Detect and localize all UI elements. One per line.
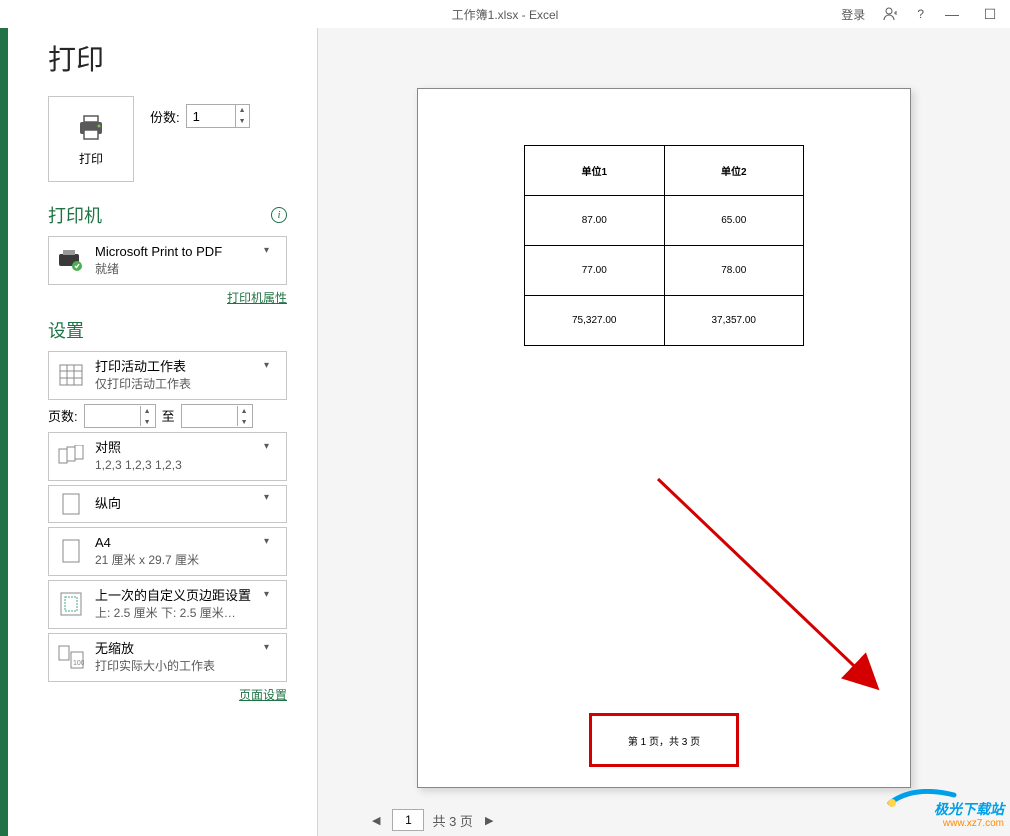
- print-button-label: 打印: [79, 150, 103, 167]
- page-setup-link[interactable]: 页面设置: [239, 688, 287, 702]
- settings-section-title: 设置: [48, 317, 84, 343]
- next-page-button[interactable]: ▶: [481, 814, 497, 827]
- svg-text:100: 100: [73, 660, 84, 667]
- copies-label: 份数:: [150, 107, 180, 126]
- print-preview-panel: 单位1 单位2 87.00 65.00 77.00 78.00 75,327.0…: [318, 28, 1010, 836]
- orientation-dropdown[interactable]: 纵向 ▾: [48, 485, 287, 523]
- sheet-icon: [57, 364, 85, 386]
- table-row: 77.00 78.00: [525, 246, 804, 296]
- scale-icon: 100: [57, 645, 85, 669]
- preview-table: 单位1 单位2 87.00 65.00 77.00 78.00 75,327.0…: [524, 145, 804, 346]
- print-settings-panel: 打印 打印 份数: ▲▼ 打印机 i: [8, 28, 318, 836]
- chevron-down-icon: ▾: [264, 642, 278, 653]
- table-row: 75,327.00 37,357.00: [525, 296, 804, 346]
- print-what-dropdown[interactable]: 打印活动工作表 仅打印活动工作表 ▾: [48, 351, 287, 400]
- collate-icon: [57, 445, 85, 467]
- table-header: 单位1: [525, 146, 665, 196]
- margins-dropdown[interactable]: 上一次的自定义页边距设置 上: 2.5 厘米 下: 2.5 厘米… ▾: [48, 580, 287, 629]
- page-to-input[interactable]: ▲▼: [181, 404, 253, 428]
- minimize-button[interactable]: —: [942, 6, 962, 22]
- maximize-button[interactable]: ☐: [980, 6, 1000, 23]
- back-stripe[interactable]: [0, 28, 8, 836]
- help-button[interactable]: ?: [917, 7, 924, 21]
- chevron-down-icon: ▾: [264, 536, 278, 547]
- printer-name: Microsoft Print to PDF: [95, 243, 254, 261]
- chevron-down-icon: ▾: [264, 441, 278, 452]
- table-header: 单位2: [664, 146, 804, 196]
- paper-size-dropdown[interactable]: A4 21 厘米 x 29.7 厘米 ▾: [48, 527, 287, 576]
- watermark-logo: 极光下载站 www.xz7.com: [884, 789, 1004, 830]
- printer-icon: [75, 112, 107, 144]
- info-icon[interactable]: i: [271, 207, 287, 223]
- collate-dropdown[interactable]: 对照 1,2,3 1,2,3 1,2,3 ▾: [48, 432, 287, 481]
- pages-to-label: 至: [162, 406, 175, 425]
- prev-page-button[interactable]: ◀: [368, 814, 384, 827]
- printer-status: 就绪: [95, 261, 254, 278]
- copies-spinner[interactable]: ▲▼: [235, 105, 249, 127]
- chevron-down-icon: ▾: [264, 492, 278, 503]
- preview-page: 单位1 单位2 87.00 65.00 77.00 78.00 75,327.0…: [417, 88, 911, 788]
- print-button[interactable]: 打印: [48, 96, 134, 182]
- total-pages-label: 共 3 页: [432, 811, 472, 830]
- annotation-arrow: [648, 469, 908, 709]
- paper-icon: [57, 539, 85, 563]
- printer-properties-link[interactable]: 打印机属性: [227, 291, 287, 305]
- table-row: 87.00 65.00: [525, 196, 804, 246]
- window-titlebar: 工作簿1.xlsx - Excel 登录 ? — ☐: [0, 0, 1010, 28]
- page-from-input[interactable]: ▲▼: [84, 404, 156, 428]
- page-title: 打印: [48, 38, 287, 78]
- user-icon[interactable]: [883, 6, 899, 22]
- printer-section-title: 打印机: [48, 202, 102, 228]
- chevron-down-icon: ▾: [264, 360, 278, 371]
- login-link[interactable]: 登录: [841, 6, 865, 23]
- pages-label: 页数:: [48, 406, 78, 425]
- current-page-input[interactable]: [392, 809, 424, 831]
- printer-device-icon: [57, 248, 85, 272]
- chevron-down-icon: ▾: [264, 245, 278, 256]
- chevron-down-icon: ▾: [264, 589, 278, 600]
- margins-icon: [57, 592, 85, 616]
- printer-dropdown[interactable]: Microsoft Print to PDF 就绪 ▾: [48, 236, 287, 285]
- window-title: 工作簿1.xlsx - Excel: [452, 6, 559, 23]
- preview-page-footer: 第 1 页，共 3 页: [589, 713, 739, 767]
- scaling-dropdown[interactable]: 100 无缩放 打印实际大小的工作表 ▾: [48, 633, 287, 682]
- portrait-icon: [57, 493, 85, 515]
